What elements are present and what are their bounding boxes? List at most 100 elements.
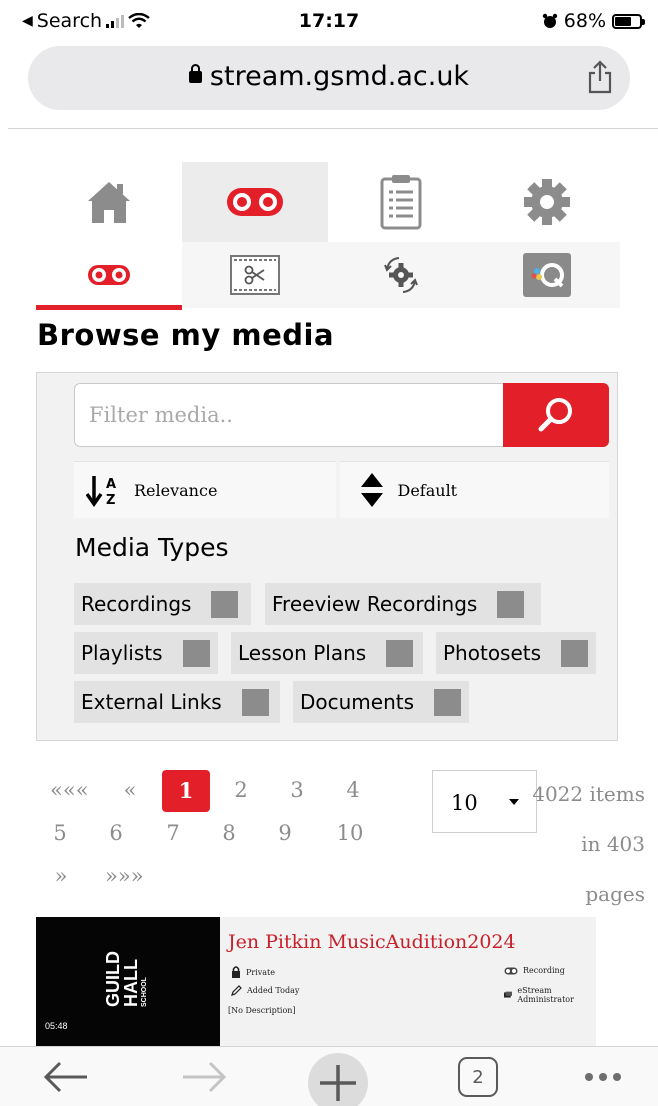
page-6[interactable]: 6 bbox=[103, 821, 129, 845]
media-item[interactable]: GUILD HALL SCHOOL 05:48 Jen Pitkin Music… bbox=[36, 917, 596, 1047]
per-page-value: 10 bbox=[451, 791, 478, 815]
filter-media-input[interactable] bbox=[74, 383, 504, 447]
page-10[interactable]: 10 bbox=[334, 821, 366, 845]
padlock-icon bbox=[232, 966, 240, 978]
checkbox[interactable] bbox=[497, 590, 525, 618]
page-8[interactable]: 8 bbox=[216, 821, 242, 845]
clipboard-icon bbox=[380, 175, 422, 230]
page-9[interactable]: 9 bbox=[272, 821, 298, 845]
media-type-label: Recordings bbox=[81, 592, 192, 616]
main-nav bbox=[36, 162, 620, 242]
media-duration: 05:48 bbox=[45, 1021, 68, 1031]
items-count: 4022 items bbox=[532, 782, 645, 806]
media-type-external-links[interactable]: External Links bbox=[74, 681, 280, 723]
page-5[interactable]: 5 bbox=[47, 821, 73, 845]
checkbox[interactable] bbox=[182, 639, 210, 667]
media-title[interactable]: Jen Pitkin MusicAudition2024 bbox=[228, 931, 516, 953]
svg-text:A: A bbox=[106, 477, 116, 492]
tab-recordings[interactable] bbox=[182, 162, 328, 242]
checkbox[interactable] bbox=[386, 639, 414, 667]
svg-text:Z: Z bbox=[106, 493, 115, 507]
media-privacy: Private bbox=[231, 966, 275, 978]
media-thumbnail[interactable]: GUILD HALL SCHOOL 05:48 bbox=[36, 917, 220, 1047]
media-type-label: Lesson Plans bbox=[238, 641, 367, 665]
page-prev[interactable]: « bbox=[115, 778, 145, 802]
guildhall-logo: GUILD HALL SCHOOL bbox=[103, 951, 148, 1007]
gear-icon bbox=[524, 179, 570, 225]
page-last[interactable]: »»» bbox=[105, 864, 144, 888]
pages-label: pages bbox=[585, 882, 645, 906]
page-first[interactable]: ««« bbox=[50, 778, 89, 802]
media-type-playlists[interactable]: Playlists bbox=[74, 632, 218, 674]
home-icon bbox=[88, 182, 130, 223]
filter-panel: A Z Relevance Default Media Types Record… bbox=[36, 372, 618, 741]
pages-count: in 403 bbox=[581, 832, 645, 856]
media-type-documents[interactable]: Documents bbox=[293, 681, 469, 723]
recordings-icon bbox=[88, 265, 130, 285]
media-description: [No Description] bbox=[228, 1006, 296, 1015]
divider bbox=[8, 128, 658, 129]
alarm-icon bbox=[542, 13, 557, 28]
media-type-recordings[interactable]: Recordings bbox=[74, 583, 251, 625]
battery-icon bbox=[612, 13, 645, 29]
more-dots-icon bbox=[585, 1073, 621, 1081]
checkbox[interactable] bbox=[211, 590, 239, 618]
sort-order-button[interactable]: Default bbox=[339, 461, 609, 518]
sort-row: A Z Relevance Default bbox=[74, 461, 609, 518]
checkbox[interactable] bbox=[241, 688, 269, 716]
sort-field-button[interactable]: A Z Relevance bbox=[74, 461, 336, 518]
user-icon bbox=[504, 991, 513, 998]
url-display: stream.gsmd.ac.uk bbox=[28, 61, 630, 92]
subtab-quiz[interactable] bbox=[474, 242, 620, 308]
media-type-label: Playlists bbox=[81, 641, 163, 665]
tab-clipboard[interactable] bbox=[328, 162, 474, 242]
browser-toolbar: 2 bbox=[0, 1046, 658, 1106]
subtab-my-recordings[interactable] bbox=[36, 242, 182, 310]
page-1[interactable]: 1 bbox=[162, 770, 210, 812]
arrow-left-icon bbox=[43, 1061, 87, 1093]
forward-button[interactable] bbox=[178, 1055, 230, 1099]
process-icon bbox=[384, 257, 418, 293]
search-button[interactable] bbox=[503, 383, 609, 447]
tab-home[interactable] bbox=[36, 162, 182, 242]
page-4[interactable]: 4 bbox=[340, 778, 366, 802]
share-icon[interactable] bbox=[584, 60, 616, 94]
sort-order-label: Default bbox=[397, 480, 458, 500]
quiz-icon bbox=[523, 253, 571, 297]
lock-icon bbox=[188, 64, 202, 83]
page-title: Browse my media bbox=[37, 318, 335, 352]
tabs-button[interactable]: 2 bbox=[456, 1055, 500, 1099]
media-added: Added Today bbox=[231, 985, 299, 996]
page-next[interactable]: » bbox=[48, 864, 74, 888]
arrow-right-icon bbox=[183, 1061, 227, 1093]
back-button[interactable] bbox=[40, 1055, 92, 1099]
media-type-freeview[interactable]: Freeview Recordings bbox=[265, 583, 541, 625]
page-3[interactable]: 3 bbox=[284, 778, 310, 802]
per-page-select[interactable]: 10 bbox=[432, 770, 537, 833]
sort-updown-icon bbox=[360, 473, 383, 507]
more-button[interactable] bbox=[578, 1055, 628, 1099]
media-type-photosets[interactable]: Photosets bbox=[436, 632, 596, 674]
checkbox[interactable] bbox=[561, 639, 589, 667]
address-bar[interactable]: stream.gsmd.ac.uk bbox=[28, 46, 630, 110]
page-7[interactable]: 7 bbox=[160, 821, 186, 845]
plus-icon bbox=[308, 1053, 368, 1106]
subtab-processing[interactable] bbox=[328, 242, 474, 308]
page-2[interactable]: 2 bbox=[228, 778, 254, 802]
status-right: 68% bbox=[542, 10, 645, 32]
status-bar: ◀ Search 17:17 68% bbox=[0, 0, 658, 44]
media-types-heading: Media Types bbox=[75, 533, 229, 562]
tab-settings[interactable] bbox=[474, 162, 620, 242]
search-icon bbox=[538, 398, 572, 432]
sort-field-label: Relevance bbox=[134, 480, 218, 500]
media-type-label: External Links bbox=[81, 690, 222, 714]
chevron-down-icon bbox=[509, 799, 519, 805]
media-type-lesson-plans[interactable]: Lesson Plans bbox=[231, 632, 423, 674]
edit-clip-icon bbox=[230, 255, 280, 295]
checkbox[interactable] bbox=[434, 688, 462, 716]
media-type-label: Freeview Recordings bbox=[272, 592, 478, 616]
subtab-edit-clips[interactable] bbox=[182, 242, 328, 308]
new-tab-button[interactable] bbox=[306, 1051, 370, 1106]
media-owner: eStream Administrator bbox=[504, 986, 596, 1004]
recordings-icon bbox=[227, 188, 283, 216]
